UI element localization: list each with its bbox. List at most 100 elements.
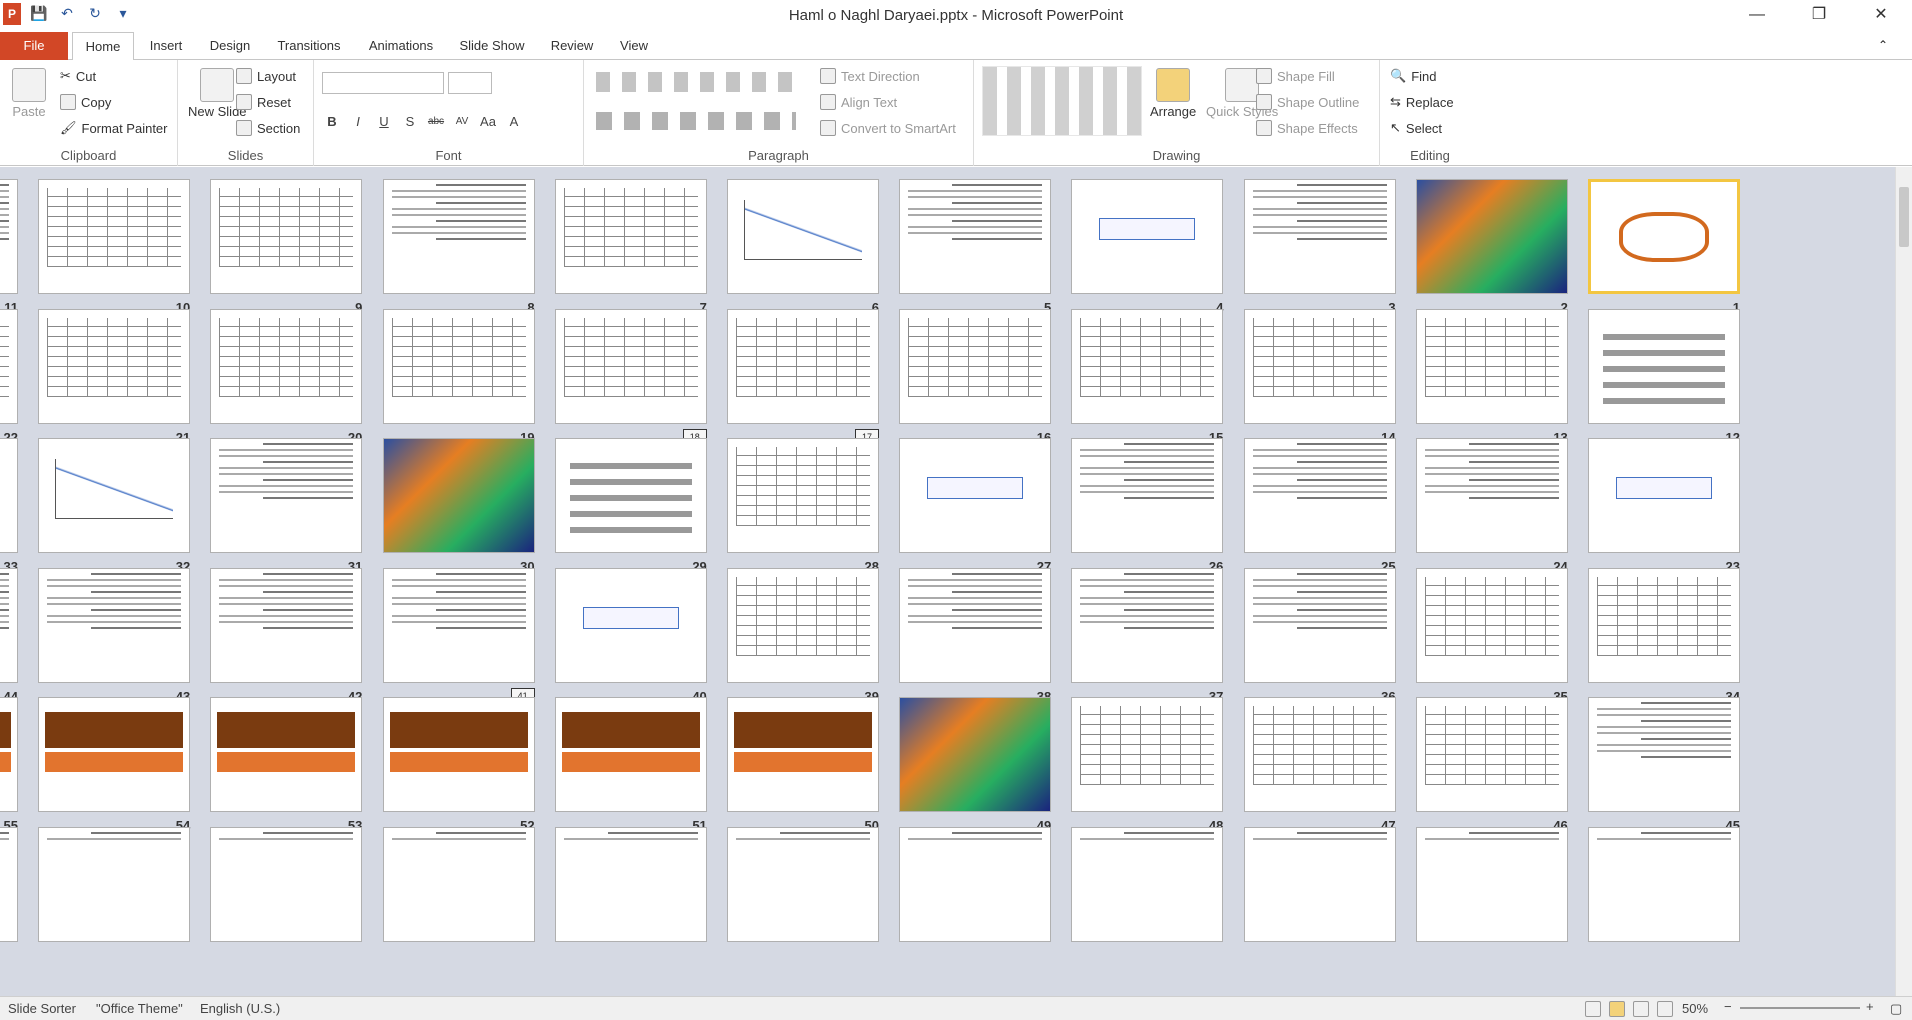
slide-thumbnail[interactable]	[0, 179, 18, 294]
slide-thumbnail[interactable]	[727, 826, 879, 942]
slide-thumbnail[interactable]	[210, 308, 363, 424]
font-color-button[interactable]: A	[504, 112, 524, 132]
slide-thumbnail[interactable]	[899, 567, 1052, 683]
slide-thumbnail[interactable]	[38, 697, 191, 812]
slide-thumbnail[interactable]	[727, 179, 879, 294]
slide-thumbnail[interactable]	[554, 179, 707, 294]
language-status[interactable]: English (U.S.)	[200, 1001, 280, 1016]
tab-view[interactable]: View	[612, 32, 656, 60]
minimize-icon[interactable]: —	[1726, 0, 1788, 32]
slide-thumbnail[interactable]	[1243, 438, 1396, 553]
slide-thumbnail[interactable]	[554, 826, 707, 942]
bold-button[interactable]: B	[322, 112, 342, 132]
slide-thumbnail[interactable]	[210, 697, 363, 812]
slide-thumbnail[interactable]	[210, 826, 363, 942]
tab-review[interactable]: Review	[546, 32, 598, 60]
slide-thumbnail[interactable]	[727, 438, 879, 553]
slide-thumbnail[interactable]	[38, 567, 191, 683]
copy-button[interactable]: Copy	[60, 94, 111, 110]
slide-thumbnail[interactable]	[1415, 179, 1568, 294]
slide-sorter-icon[interactable]	[1609, 1001, 1625, 1017]
tab-home[interactable]: Home	[72, 32, 134, 61]
slide-thumbnail[interactable]	[210, 438, 363, 553]
slide-thumbnail[interactable]	[1071, 697, 1224, 812]
slide-thumbnail[interactable]	[1243, 179, 1396, 294]
vertical-scrollbar[interactable]	[1895, 167, 1912, 996]
slide-thumbnail[interactable]	[382, 179, 535, 294]
slide-thumbnail[interactable]	[0, 826, 18, 942]
slide-thumbnail[interactable]	[899, 179, 1052, 294]
close-icon[interactable]: ✕	[1850, 0, 1912, 32]
tab-file[interactable]: File	[0, 32, 68, 60]
paragraph-list-buttons[interactable]	[596, 72, 796, 92]
font-name-combo[interactable]	[322, 72, 444, 94]
tab-transitions[interactable]: Transitions	[268, 32, 350, 60]
change-case-button[interactable]: Aa	[478, 112, 498, 132]
paste-button[interactable]: Paste	[12, 68, 46, 119]
slide-thumbnail[interactable]	[1243, 567, 1396, 683]
shapes-gallery[interactable]	[982, 66, 1142, 136]
slideshow-icon[interactable]	[1657, 1001, 1673, 1017]
slide-thumbnail[interactable]	[0, 567, 18, 683]
slide-thumbnail[interactable]	[382, 438, 535, 553]
slide-thumbnail[interactable]	[38, 438, 191, 553]
slide-thumbnail[interactable]	[1415, 697, 1568, 812]
zoom-out-icon[interactable]: −	[1724, 999, 1732, 1014]
underline-button[interactable]: U	[374, 112, 394, 132]
scroll-thumb[interactable]	[1899, 187, 1909, 247]
slide-thumbnail[interactable]	[1243, 697, 1396, 812]
shape-outline-button[interactable]: Shape Outline	[1256, 94, 1359, 110]
tab-animations[interactable]: Animations	[360, 32, 442, 60]
ribbon-collapse-icon[interactable]: ⌃	[1878, 38, 1888, 52]
slide-thumbnail[interactable]	[1415, 826, 1568, 942]
reading-view-icon[interactable]	[1633, 1001, 1649, 1017]
slide-thumbnail[interactable]	[1071, 179, 1224, 294]
slide-thumbnail[interactable]	[1071, 438, 1224, 553]
zoom-level[interactable]: 50%	[1682, 1001, 1708, 1016]
slide-thumbnail[interactable]	[0, 438, 18, 553]
slide-thumbnail[interactable]	[38, 308, 191, 424]
slide-thumbnail[interactable]	[554, 567, 707, 683]
restore-icon[interactable]: ❐	[1788, 0, 1850, 32]
slide-thumbnail[interactable]	[554, 438, 707, 553]
slide-thumbnail[interactable]	[1588, 438, 1740, 553]
section-button[interactable]: Section	[236, 120, 300, 136]
slide-thumbnail[interactable]	[1588, 308, 1740, 424]
italic-button[interactable]: I	[348, 112, 368, 132]
view-buttons[interactable]	[1585, 1001, 1675, 1017]
slide-thumbnail[interactable]	[382, 308, 535, 424]
tab-design[interactable]: Design	[204, 32, 256, 60]
paragraph-align-buttons[interactable]	[596, 112, 796, 130]
slide-thumbnail[interactable]	[1588, 179, 1740, 294]
slide-thumbnail[interactable]	[382, 826, 535, 942]
find-button[interactable]: 🔍 Find	[1390, 68, 1436, 84]
slide-thumbnail[interactable]	[1588, 697, 1740, 812]
slide-thumbnail[interactable]	[1415, 438, 1568, 553]
slide-thumbnail[interactable]	[727, 308, 879, 424]
slide-thumbnail[interactable]	[382, 697, 535, 812]
slide-thumbnail[interactable]	[0, 308, 18, 424]
slide-thumbnail[interactable]	[38, 826, 191, 942]
slide-thumbnail[interactable]	[1588, 826, 1740, 942]
slide-sorter-pane[interactable]: 1234567891011121314151617171818192021222…	[0, 167, 1912, 996]
text-direction-button[interactable]: Text Direction	[820, 68, 920, 84]
slide-thumbnail[interactable]	[1243, 308, 1396, 424]
layout-button[interactable]: Layout	[236, 68, 296, 84]
slide-thumbnail[interactable]	[899, 308, 1052, 424]
tab-slide-show[interactable]: Slide Show	[456, 32, 528, 60]
slide-thumbnail[interactable]	[1071, 826, 1224, 942]
slide-thumbnail[interactable]	[554, 697, 707, 812]
align-text-button[interactable]: Align Text	[820, 94, 897, 110]
slide-thumbnail[interactable]	[382, 567, 535, 683]
theme-status[interactable]: "Office Theme"	[96, 1001, 183, 1016]
slide-thumbnail[interactable]	[1071, 308, 1224, 424]
slide-thumbnail[interactable]	[727, 567, 879, 683]
fit-window-icon[interactable]: ▢	[1890, 1001, 1902, 1017]
slide-thumbnail[interactable]	[899, 438, 1052, 553]
convert-smartart-button[interactable]: Convert to SmartArt	[820, 120, 956, 136]
cut-button[interactable]: ✂ Cut	[60, 68, 96, 84]
reset-button[interactable]: Reset	[236, 94, 291, 110]
normal-view-icon[interactable]	[1585, 1001, 1601, 1017]
slide-thumbnail[interactable]	[0, 697, 18, 812]
select-button[interactable]: ↖ Select	[1390, 120, 1442, 136]
